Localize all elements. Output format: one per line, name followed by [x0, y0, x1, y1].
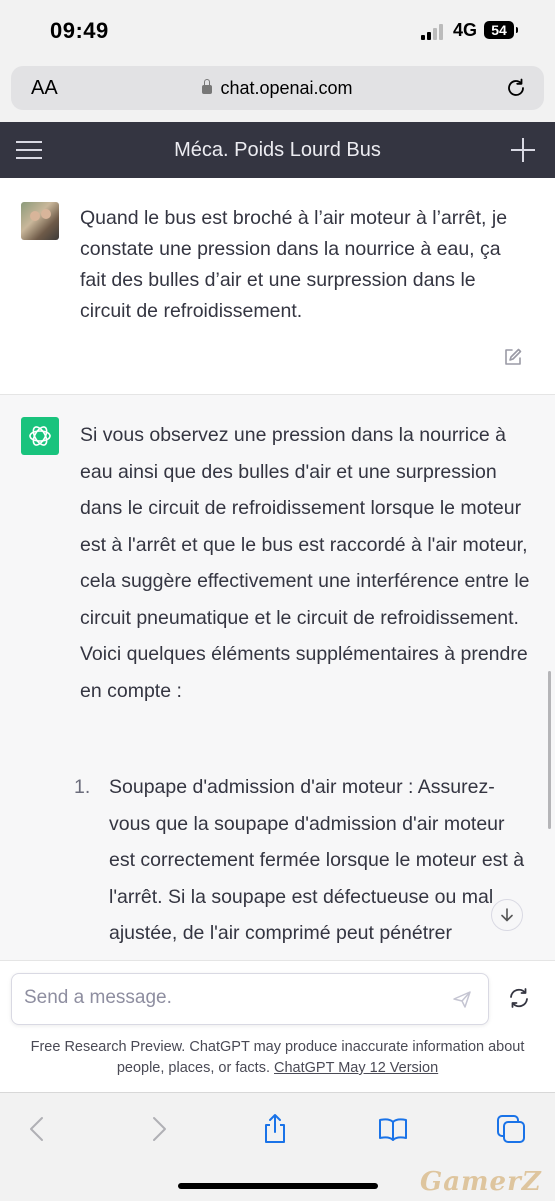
assistant-message: Si vous observez une pression dans la no…: [0, 395, 555, 960]
status-bar: 09:49 4G 54: [0, 0, 555, 62]
url-text: chat.openai.com: [220, 78, 353, 98]
share-icon[interactable]: [259, 1113, 291, 1145]
chat-header: Méca. Poids Lourd Bus: [0, 122, 555, 178]
arrow-down-icon: [501, 908, 513, 922]
scrollbar[interactable]: [548, 671, 551, 829]
version-link[interactable]: ChatGPT May 12 Version: [274, 1060, 438, 1076]
user-avatar: [21, 202, 59, 240]
message-input-box[interactable]: [11, 973, 489, 1025]
message-input[interactable]: [22, 986, 426, 1010]
new-chat-icon[interactable]: [511, 138, 535, 162]
scroll-to-bottom-button[interactable]: [491, 899, 523, 931]
battery-icon: 54: [484, 21, 518, 39]
signal-icon: [421, 24, 447, 40]
home-indicator: [178, 1183, 378, 1189]
user-message-text: Quand le bus est broché à l’air moteur à…: [80, 207, 508, 322]
browser-address-area: AA chat.openai.com: [0, 62, 555, 122]
user-message: Quand le bus est broché à l’air moteur à…: [0, 178, 555, 395]
lock-icon: [202, 79, 213, 94]
list-item-text: Soupape d'admission d'air moteur : Assur…: [109, 776, 525, 944]
clock: 09:49: [50, 18, 109, 43]
conversation-title: Méca. Poids Lourd Bus: [174, 139, 381, 161]
bookmarks-icon[interactable]: [377, 1113, 409, 1145]
edit-icon[interactable]: [503, 347, 523, 367]
regenerate-icon[interactable]: [507, 986, 531, 1010]
chatgpt-logo-icon: [21, 417, 59, 455]
forward-icon[interactable]: [142, 1113, 174, 1145]
assistant-message-text: Si vous observez une pression dans la no…: [80, 424, 530, 702]
address-bar[interactable]: AA chat.openai.com: [11, 66, 544, 110]
disclaimer: Free Research Preview. ChatGPT may produ…: [10, 1037, 545, 1079]
watermark-logo: GamerZ: [420, 1167, 542, 1197]
network-type: 4G: [453, 20, 478, 40]
composer-area: Free Research Preview. ChatGPT may produ…: [0, 960, 555, 1091]
send-icon[interactable]: [452, 989, 472, 1009]
reload-icon[interactable]: [504, 76, 528, 100]
url-display[interactable]: chat.openai.com: [11, 78, 544, 99]
tabs-icon[interactable]: [495, 1113, 527, 1145]
back-icon[interactable]: [22, 1113, 54, 1145]
list-number: 1.: [74, 776, 91, 798]
